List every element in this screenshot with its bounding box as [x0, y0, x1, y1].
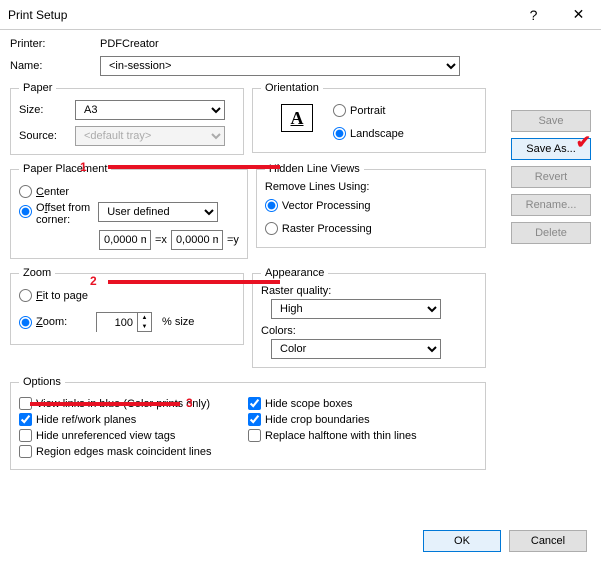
dialog-buttons: OK Cancel	[423, 530, 587, 552]
fit-radio[interactable]	[19, 289, 32, 302]
colors-label: Colors:	[261, 325, 477, 337]
zoom-group: Zoom Fit to page Zoom: ▲▼ % size	[10, 267, 244, 345]
colors-select[interactable]: Color	[271, 339, 441, 359]
hide-crop-label: Hide crop boundaries	[265, 414, 370, 426]
offset-select[interactable]: User defined	[98, 202, 218, 222]
raster-radio[interactable]	[265, 222, 278, 235]
zoom-label: Zoom:	[36, 316, 92, 328]
size-label: Size:	[19, 104, 75, 116]
remove-label: Remove Lines Using:	[265, 181, 477, 193]
options-group: Options View links in blue (Color prints…	[10, 376, 486, 470]
offset-y-input[interactable]	[171, 230, 223, 250]
vector-label: Vector Processing	[282, 200, 371, 212]
annotation-line-2	[108, 280, 280, 284]
hide-unref-check[interactable]	[19, 429, 32, 442]
page-icon: A	[281, 104, 313, 132]
placement-legend: Paper Placement	[19, 163, 111, 175]
hide-scope-label: Hide scope boxes	[265, 398, 352, 410]
appearance-group: Appearance Raster quality: High Colors: …	[252, 267, 486, 368]
delete-button[interactable]: Delete	[511, 222, 591, 244]
offset-radio[interactable]	[19, 205, 32, 218]
orientation-group: Orientation A Portrait Landscape	[252, 82, 486, 153]
save-button[interactable]: Save	[511, 110, 591, 132]
name-label: Name:	[10, 60, 100, 72]
window-title: Print Setup	[8, 8, 511, 22]
portrait-label: Portrait	[350, 105, 385, 117]
cancel-button[interactable]: Cancel	[509, 530, 587, 552]
landscape-label: Landscape	[350, 128, 404, 140]
side-buttons: Save Save As... Revert Rename... Delete	[511, 110, 591, 244]
annotation-num-2: 2	[90, 274, 97, 288]
annotation-check-icon: ✔	[576, 132, 591, 153]
rename-button[interactable]: Rename...	[511, 194, 591, 216]
fit-label: Fit to page	[36, 290, 88, 302]
annotation-num-3: 3	[186, 396, 193, 410]
offset-x-input[interactable]	[99, 230, 151, 250]
portrait-radio[interactable]	[333, 104, 346, 117]
zoom-legend: Zoom	[19, 267, 55, 279]
close-icon[interactable]: ✕	[556, 1, 601, 29]
paper-legend: Paper	[19, 82, 56, 94]
replace-halftone-label: Replace halftone with thin lines	[265, 430, 417, 442]
hide-ref-label: Hide ref/work planes	[36, 414, 136, 426]
ok-button[interactable]: OK	[423, 530, 501, 552]
vector-radio[interactable]	[265, 199, 278, 212]
replace-halftone-check[interactable]	[248, 429, 261, 442]
source-label: Source:	[19, 130, 75, 142]
region-edges-check[interactable]	[19, 445, 32, 458]
help-icon[interactable]: ?	[511, 1, 556, 29]
center-radio[interactable]	[19, 185, 32, 198]
zoom-pct-label: % size	[162, 316, 194, 328]
options-legend: Options	[19, 376, 65, 388]
offset-y-eq: =y	[227, 234, 239, 246]
annotation-line-1	[108, 165, 280, 169]
appearance-legend: Appearance	[261, 267, 328, 279]
annotation-line-3	[30, 402, 180, 406]
zoom-stepper[interactable]: ▲▼	[96, 312, 152, 332]
paper-group: Paper Size: A3 Source: <default tray>	[10, 82, 244, 155]
raster-label: Raster Processing	[282, 223, 372, 235]
titlebar: Print Setup ? ✕	[0, 0, 601, 30]
landscape-radio[interactable]	[333, 127, 346, 140]
region-edges-label: Region edges mask coincident lines	[36, 446, 212, 458]
offset-x-eq: =x	[155, 234, 167, 246]
orientation-legend: Orientation	[261, 82, 323, 94]
printer-label: Printer:	[10, 38, 100, 50]
hide-ref-check[interactable]	[19, 413, 32, 426]
center-label: Center	[36, 186, 69, 198]
source-select: <default tray>	[75, 126, 225, 146]
dialog-content: Printer: PDFCreator Name: <in-session> P…	[0, 30, 601, 562]
chevron-down-icon[interactable]: ▼	[138, 322, 151, 331]
hide-unref-label: Hide unreferenced view tags	[36, 430, 175, 442]
revert-button[interactable]: Revert	[511, 166, 591, 188]
printer-value: PDFCreator	[100, 38, 159, 50]
placement-group: Paper Placement Center Offset fromcorner…	[10, 163, 248, 259]
annotation-num-1: 1	[80, 160, 87, 174]
zoom-input[interactable]	[97, 313, 137, 333]
chevron-up-icon[interactable]: ▲	[138, 313, 151, 322]
raster-quality-select[interactable]: High	[271, 299, 441, 319]
raster-quality-label: Raster quality:	[261, 285, 477, 297]
size-select[interactable]: A3	[75, 100, 225, 120]
hide-scope-check[interactable]	[248, 397, 261, 410]
hidden-group: Hidden Line Views Remove Lines Using: Ve…	[256, 163, 486, 248]
zoom-radio[interactable]	[19, 316, 32, 329]
hide-crop-check[interactable]	[248, 413, 261, 426]
name-select[interactable]: <in-session>	[100, 56, 460, 76]
offset-label: Offset fromcorner:	[36, 202, 90, 226]
